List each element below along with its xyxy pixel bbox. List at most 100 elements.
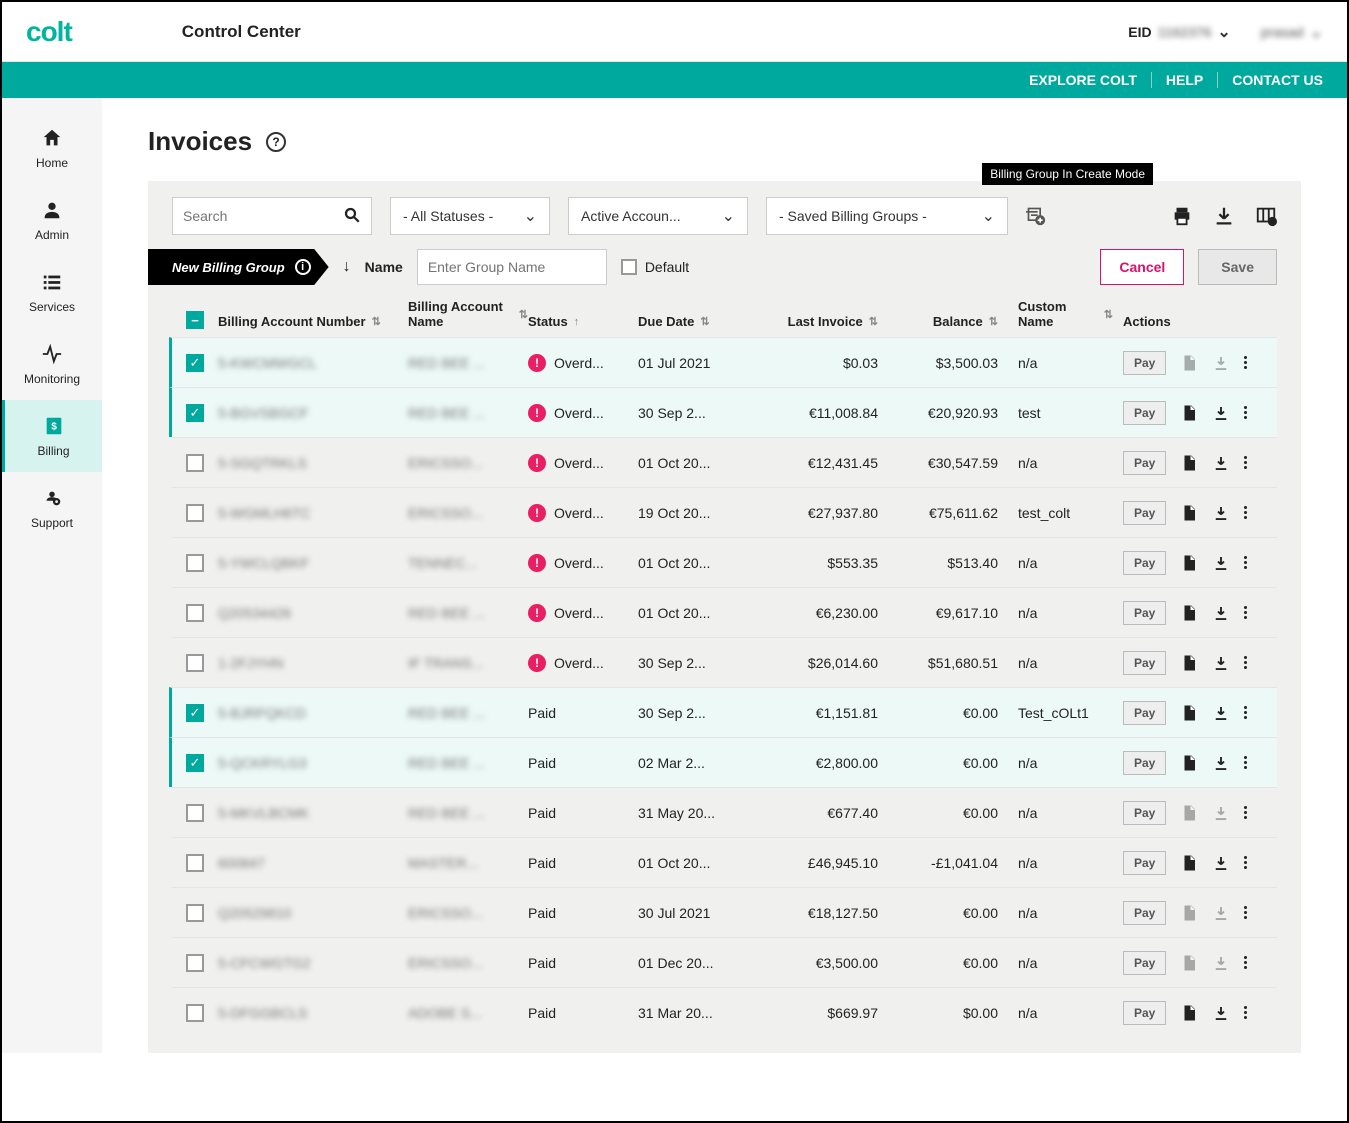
sort-icon: ⇅ [989,315,998,328]
row-checkbox[interactable] [186,604,204,622]
select-all-checkbox[interactable]: − [186,311,204,329]
document-icon[interactable] [1180,854,1198,872]
row-checkbox[interactable]: ✓ [186,354,204,372]
more-icon[interactable] [1244,456,1247,469]
pay-button[interactable]: Pay [1123,351,1166,375]
download-icon[interactable] [1212,654,1230,672]
row-checkbox[interactable]: ✓ [186,704,204,722]
document-icon [1180,904,1198,922]
user-dropdown[interactable]: prasad ⌄ [1261,22,1323,42]
nav-explore[interactable]: EXPLORE COLT [1015,72,1152,88]
sidebar-item-admin[interactable]: Admin [2,184,102,256]
download-icon[interactable] [1212,504,1230,522]
document-icon[interactable] [1180,754,1198,772]
search-input[interactable] [183,208,323,224]
account-filter[interactable]: Active Accoun... ⌄ [568,197,748,235]
col-status[interactable]: Status↑ [528,314,638,329]
sidebar-item-billing[interactable]: $ Billing [2,400,102,472]
pay-button[interactable]: Pay [1123,801,1166,825]
more-icon[interactable] [1244,406,1247,419]
more-icon[interactable] [1244,556,1247,569]
download-icon[interactable] [1213,205,1235,227]
sidebar-item-monitoring[interactable]: Monitoring [2,328,102,400]
search-box[interactable] [172,197,372,235]
col-last[interactable]: Last Invoice⇅ [758,314,878,329]
row-checkbox[interactable]: ✓ [186,754,204,772]
sidebar-item-support[interactable]: Support [2,472,102,544]
document-icon[interactable] [1180,454,1198,472]
more-icon[interactable] [1244,756,1247,769]
print-icon[interactable] [1171,205,1193,227]
row-checkbox[interactable] [186,654,204,672]
pay-button[interactable]: Pay [1123,651,1166,675]
row-checkbox[interactable] [186,1004,204,1022]
more-icon[interactable] [1244,856,1247,869]
pay-button[interactable]: Pay [1123,551,1166,575]
more-icon[interactable] [1244,956,1247,969]
pay-button[interactable]: Pay [1123,401,1166,425]
row-checkbox[interactable] [186,554,204,572]
document-icon[interactable] [1180,504,1198,522]
default-checkbox[interactable]: Default [621,259,689,275]
document-icon[interactable] [1180,404,1198,422]
row-checkbox[interactable] [186,854,204,872]
group-name-input[interactable] [417,249,607,285]
info-icon[interactable]: i [295,259,311,275]
col-bname[interactable]: Billing Account Name⇅ [408,299,528,329]
add-group-icon[interactable] [1026,206,1046,226]
document-icon[interactable] [1180,654,1198,672]
more-icon[interactable] [1244,906,1247,919]
pay-button[interactable]: Pay [1123,751,1166,775]
document-icon[interactable] [1180,554,1198,572]
download-icon[interactable] [1212,404,1230,422]
download-icon[interactable] [1212,754,1230,772]
pay-button[interactable]: Pay [1123,901,1166,925]
download-icon[interactable] [1212,854,1230,872]
document-icon[interactable] [1180,604,1198,622]
cancel-button[interactable]: Cancel [1100,249,1184,285]
row-checkbox[interactable] [186,454,204,472]
more-icon[interactable] [1244,506,1247,519]
col-bal[interactable]: Balance⇅ [878,314,998,329]
more-icon[interactable] [1244,606,1247,619]
pay-button[interactable]: Pay [1123,501,1166,525]
sidebar-item-services[interactable]: Services [2,256,102,328]
download-icon[interactable] [1212,704,1230,722]
save-button[interactable]: Save [1198,249,1277,285]
pay-button[interactable]: Pay [1123,1001,1166,1025]
saved-groups-filter[interactable]: - Saved Billing Groups - ⌄ [766,197,1008,235]
col-ban[interactable]: Billing Account Number⇅ [218,314,408,329]
status-filter[interactable]: - All Statuses - ⌄ [390,197,550,235]
row-checkbox[interactable] [186,954,204,972]
row-checkbox[interactable] [186,804,204,822]
nav-contact[interactable]: CONTACT US [1218,72,1323,88]
sidebar-item-home[interactable]: Home [2,112,102,184]
document-icon[interactable] [1180,1004,1198,1022]
document-icon[interactable] [1180,704,1198,722]
columns-icon[interactable] [1255,205,1277,227]
more-icon[interactable] [1244,1006,1247,1019]
search-icon[interactable] [343,206,361,227]
sidebar-item-label: Monitoring [24,372,80,386]
row-checkbox[interactable] [186,904,204,922]
download-icon[interactable] [1212,1004,1230,1022]
col-custom[interactable]: Custom Name⇅ [998,299,1113,329]
eid-dropdown[interactable]: EID 1162376 ⌄ [1128,22,1230,42]
more-icon[interactable] [1244,656,1247,669]
download-icon[interactable] [1212,454,1230,472]
pay-button[interactable]: Pay [1123,701,1166,725]
pay-button[interactable]: Pay [1123,851,1166,875]
help-icon[interactable]: ? [266,132,286,152]
pay-button[interactable]: Pay [1123,451,1166,475]
pay-button[interactable]: Pay [1123,601,1166,625]
pay-button[interactable]: Pay [1123,951,1166,975]
nav-help[interactable]: HELP [1152,72,1218,88]
more-icon[interactable] [1244,706,1247,719]
col-due[interactable]: Due Date⇅ [638,314,758,329]
row-checkbox[interactable] [186,504,204,522]
row-checkbox[interactable]: ✓ [186,404,204,422]
more-icon[interactable] [1244,806,1247,819]
download-icon[interactable] [1212,554,1230,572]
more-icon[interactable] [1244,356,1247,369]
download-icon[interactable] [1212,604,1230,622]
